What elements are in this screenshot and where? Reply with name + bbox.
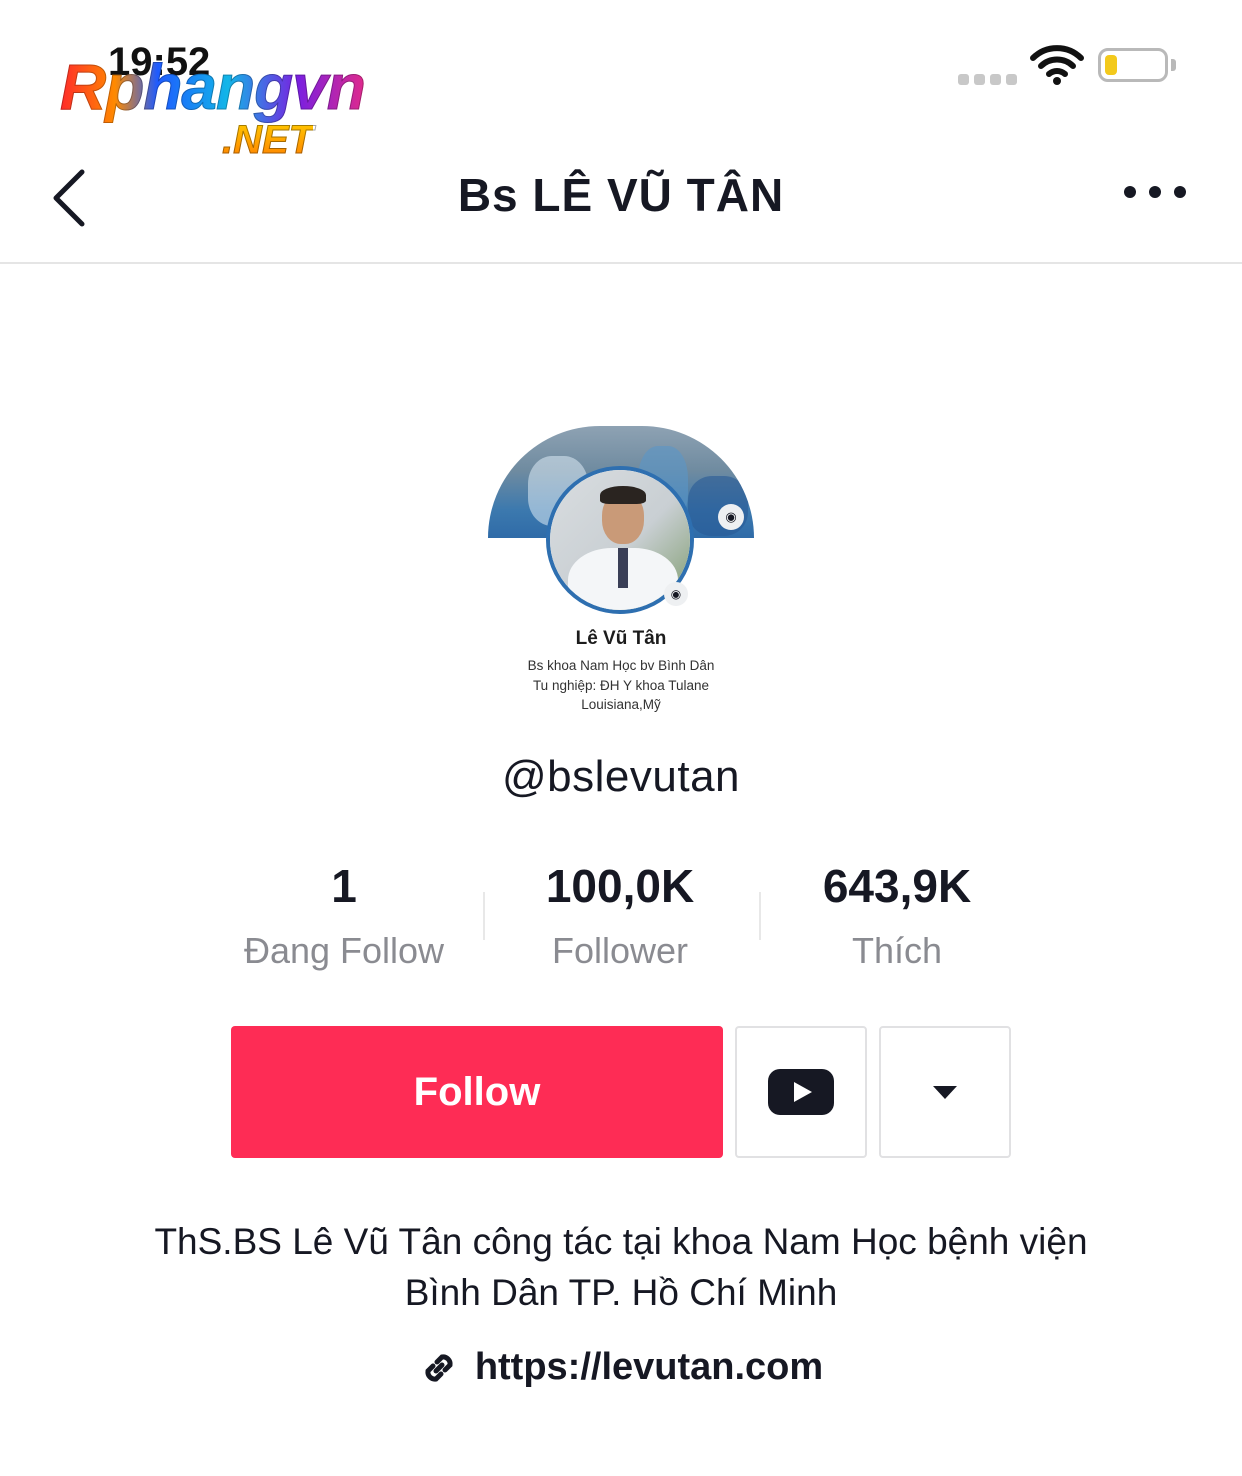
stat-label: Follower: [551, 930, 689, 971]
stat-value: 1: [331, 860, 357, 912]
stat-following[interactable]: 1 Đang Follow: [214, 856, 474, 976]
watermark-text: Rphangvn: [60, 51, 367, 124]
profile-bio: ThS.BS Lê Vũ Tân công tác tại khoa Nam H…: [154, 1221, 1088, 1313]
page-title: Bs LÊ VŨ TÂN: [457, 169, 785, 221]
stat-followers[interactable]: 100,0K Follower: [490, 856, 750, 976]
youtube-button[interactable]: [735, 1026, 867, 1158]
watermark-logo: Rphangvn .NET: [60, 50, 440, 165]
watermark-suffix: .NET: [221, 118, 314, 163]
stat-value: 643,9K: [822, 860, 972, 912]
stat-divider: [759, 892, 761, 940]
avatar-card-bio: Bs khoa Nam Học bv Bình Dân Tu nghiệp: Đ…: [506, 656, 736, 715]
stat-likes: 643,9K Thích: [767, 856, 1027, 976]
wifi-icon: [1030, 45, 1084, 85]
camera-icon: ◉: [664, 582, 688, 606]
stat-label: Đang Follow: [243, 930, 445, 971]
avatar[interactable]: ◉ ◉ Lê Vũ Tân Bs khoa Nam Học bv Bình Dâ…: [486, 424, 756, 714]
stat-divider: [483, 892, 485, 940]
more-horizontal-icon[interactable]: [1124, 186, 1186, 198]
avatar-card-bio-line: Bs khoa Nam Học bv Bình Dân: [527, 658, 715, 673]
username: @bslevutan: [501, 752, 741, 801]
cellular-signal-icon: [958, 74, 1017, 85]
suggested-accounts-button[interactable]: [879, 1026, 1011, 1158]
battery-cap: [1171, 59, 1176, 71]
camera-icon: ◉: [718, 504, 744, 530]
avatar-card-bio-line: Louisiana,Mỹ: [581, 697, 661, 712]
follow-button[interactable]: Follow: [231, 1026, 723, 1158]
profile-link-text[interactable]: https://levutan.com: [475, 1346, 823, 1389]
youtube-icon: [768, 1069, 834, 1115]
nav-divider: [0, 262, 1242, 264]
stat-label: Thích: [851, 930, 943, 971]
profile-page: 19:52 Rphangvn .NET Bs LÊ VŨ TÂN ◉: [0, 0, 1242, 1476]
link-icon: [425, 1353, 453, 1382]
avatar-card-bio-line: Tu nghiệp: ĐH Y khoa Tulane: [532, 677, 710, 693]
stat-value: 100,0K: [545, 860, 695, 912]
caret-down-icon: [933, 1086, 957, 1099]
battery-icon: [1098, 48, 1168, 82]
profile-link[interactable]: https://levutan.com: [0, 1346, 1242, 1389]
avatar-card-name: Lê Vũ Tân: [575, 628, 667, 649]
